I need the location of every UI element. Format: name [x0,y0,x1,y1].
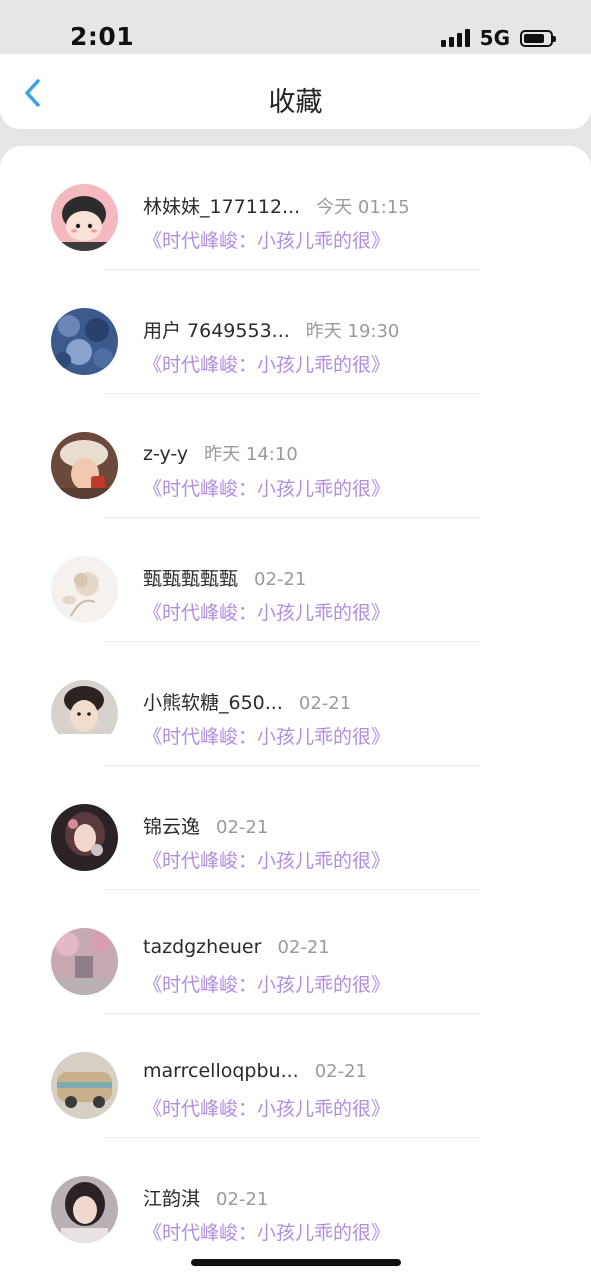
user-name: 锦云逸 [143,816,201,838]
list-item[interactable]: 用户 7649553... 昨天 19:30 《时代峰峻：小孩儿乖的很》 [0,270,591,394]
list-item[interactable]: 林妹妹_177112... 今天 01:15 《时代峰峻：小孩儿乖的很》 [0,146,591,270]
timestamp: 昨天 19:30 [305,321,400,342]
user-name: 用户 7649553... [143,320,290,342]
list-item[interactable]: 江韵淇 02-21 《时代峰峻：小孩儿乖的很》 [0,1138,591,1262]
avatar [51,308,118,375]
drama-title: 《时代峰峻：小孩儿乖的很》 [143,230,391,252]
list-item[interactable]: marrcelloqpbu... 02-21 《时代峰峻：小孩儿乖的很》 [0,1014,591,1138]
avatar [51,928,118,995]
status-time: 2:01 [70,22,135,51]
user-name: 林妹妹_177112... [143,196,301,218]
timestamp: 02-21 [216,817,269,838]
avatar [51,432,118,499]
user-name: 小熊软糖_650... [143,692,283,714]
timestamp: 今天 01:15 [316,197,410,218]
status-bar: 2:01 5G [0,0,591,54]
page-title: 收藏 [268,87,323,118]
avatar [51,1052,118,1119]
list-item[interactable]: 甄甄甄甄甄 02-21 《时代峰峻：小孩儿乖的很》 [0,518,591,642]
drama-title: 《时代峰峻：小孩儿乖的很》 [143,974,391,996]
drama-title: 《时代峰峻：小孩儿乖的很》 [143,726,391,748]
drama-title: 《时代峰峻：小孩儿乖的很》 [143,602,391,624]
user-name: 甄甄甄甄甄 [143,568,239,590]
status-indicators: 5G [440,26,556,50]
drama-title: 《时代峰峻：小孩儿乖的很》 [143,850,391,872]
timestamp: 02-21 [216,1189,269,1210]
network-label: 5G [479,26,510,50]
battery-icon [520,29,556,47]
user-name: tazdgzheuer [143,936,262,958]
user-name: marrcelloqpbu... [143,1060,299,1082]
timestamp: 02-21 [254,569,307,590]
avatar [51,1176,118,1243]
nav-header: 收藏 [0,54,591,129]
avatar [51,556,118,623]
avatar [51,804,118,871]
user-name: 江韵淇 [143,1188,201,1210]
list-item[interactable]: z-y-y 昨天 14:10 《时代峰峻：小孩儿乖的很》 [0,394,591,518]
timestamp: 昨天 14:10 [204,444,298,465]
favorites-list: 林妹妹_177112... 今天 01:15 《时代峰峻：小孩儿乖的很》 用户 … [0,146,591,1280]
timestamp: 02-21 [298,693,352,714]
home-indicator [191,1259,401,1266]
signal-icon [440,29,470,47]
drama-title: 《时代峰峻：小孩儿乖的很》 [143,478,391,500]
drama-title: 《时代峰峻：小孩儿乖的很》 [143,1222,391,1244]
list-item[interactable]: 小熊软糖_650... 02-21 《时代峰峻：小孩儿乖的很》 [0,642,591,766]
list-item[interactable]: tazdgzheuer 02-21 《时代峰峻：小孩儿乖的很》 [0,890,591,1014]
avatar [51,184,118,251]
drama-title: 《时代峰峻：小孩儿乖的很》 [143,1098,391,1120]
timestamp: 02-21 [277,937,330,958]
timestamp: 02-21 [314,1061,367,1082]
user-name: z-y-y [143,443,189,465]
avatar [51,680,118,747]
drama-title: 《时代峰峻：小孩儿乖的很》 [143,354,391,376]
list-item[interactable]: 锦云逸 02-21 《时代峰峻：小孩儿乖的很》 [0,766,591,890]
